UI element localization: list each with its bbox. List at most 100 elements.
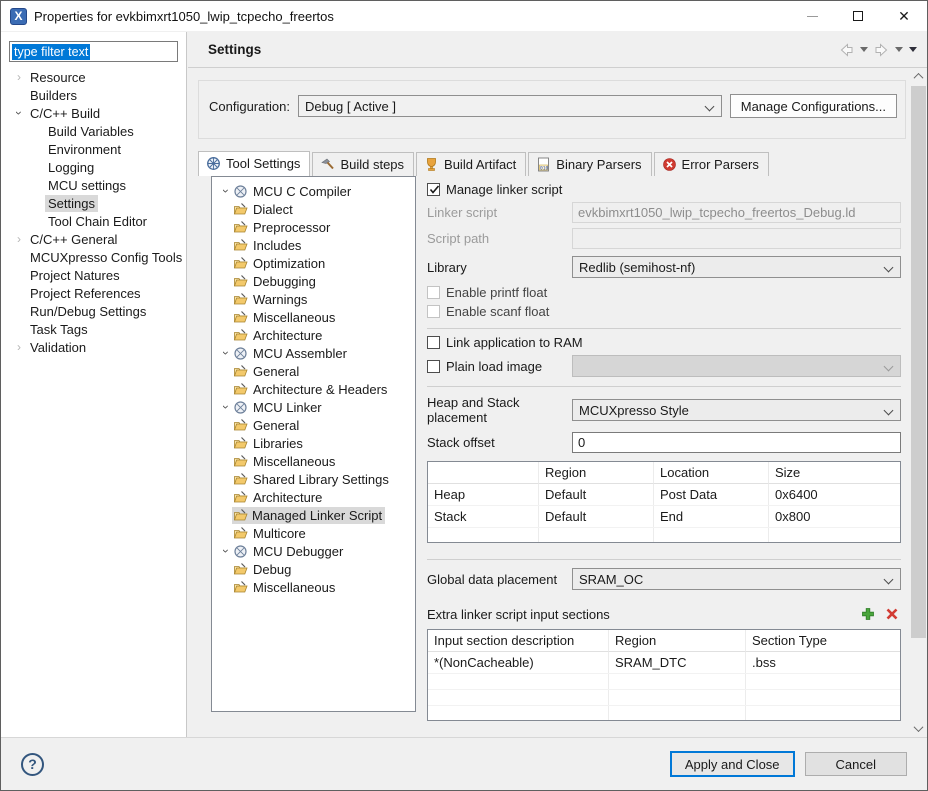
cell[interactable]: *(NonCacheable) xyxy=(428,652,609,673)
tree-item-optimization[interactable]: Optimization xyxy=(212,254,415,272)
cell xyxy=(428,528,539,542)
tree-group-mcu-c-compiler[interactable]: › MCU C Compiler xyxy=(212,182,415,200)
help-button[interactable]: ? xyxy=(21,752,44,776)
tree-item-miscellaneous-linker[interactable]: Miscellaneous xyxy=(212,452,415,470)
close-button[interactable]: ✕ xyxy=(881,1,927,31)
sidebar-item-mcu-settings[interactable]: MCU settings xyxy=(1,176,186,194)
tab-binary-parsers[interactable]: 010 Binary Parsers xyxy=(528,152,652,176)
plain-load-image-checkbox[interactable] xyxy=(427,359,440,373)
apply-and-close-button[interactable]: Apply and Close xyxy=(669,751,795,777)
chevron-down-icon[interactable]: › xyxy=(218,346,233,360)
chevron-down-icon[interactable]: › xyxy=(11,106,27,120)
library-select[interactable]: Redlib (semihost-nf) xyxy=(572,256,901,278)
vertical-scrollbar[interactable] xyxy=(910,68,927,737)
tree-group-mcu-linker[interactable]: › MCU Linker xyxy=(212,398,415,416)
sidebar-item-mcuxpresso-config-tools[interactable]: MCUXpresso Config Tools xyxy=(1,248,186,266)
delete-section-button[interactable] xyxy=(883,605,901,623)
tree-item-label: Miscellaneous xyxy=(253,579,336,595)
tree-item-shared-library-settings[interactable]: Shared Library Settings xyxy=(212,470,415,488)
tree-item-warnings[interactable]: Warnings xyxy=(212,290,415,308)
chevron-down-icon[interactable]: › xyxy=(218,400,233,414)
tree-item-architecture-linker[interactable]: Architecture xyxy=(212,488,415,506)
chevron-down-icon[interactable]: › xyxy=(218,184,233,198)
table-row-heap[interactable]: Heap Default Post Data 0x6400 xyxy=(428,484,900,506)
sidebar-item-settings[interactable]: Settings xyxy=(1,194,186,212)
forward-arrow-icon[interactable] xyxy=(874,42,889,57)
view-menu-icon[interactable] xyxy=(909,47,917,52)
chevron-right-icon[interactable]: › xyxy=(11,232,27,246)
cell[interactable]: Post Data xyxy=(654,484,769,505)
chevron-right-icon[interactable]: › xyxy=(11,70,27,84)
filter-input[interactable]: type filter text xyxy=(9,41,178,62)
global-data-placement-select[interactable]: SRAM_OC xyxy=(572,568,901,590)
sidebar-item-validation[interactable]: › Validation xyxy=(1,338,186,356)
tree-item-label: General xyxy=(253,363,300,379)
sidebar-item-build-variables[interactable]: Build Variables xyxy=(1,122,186,140)
manage-configurations-button[interactable]: Manage Configurations... xyxy=(729,94,897,118)
sidebar-item-run-debug-settings[interactable]: Run/Debug Settings xyxy=(1,302,186,320)
scroll-down-button[interactable] xyxy=(910,720,927,737)
table-row-empty xyxy=(428,528,900,542)
back-arrow-icon[interactable] xyxy=(839,42,854,57)
sidebar-item-task-tags[interactable]: Task Tags xyxy=(1,320,186,338)
cell[interactable]: End xyxy=(654,506,769,527)
chevron-right-icon[interactable]: › xyxy=(11,340,27,354)
cell[interactable]: SRAM_DTC xyxy=(609,652,746,673)
tree-item-miscellaneous-compiler[interactable]: Miscellaneous xyxy=(212,308,415,326)
table-row-stack[interactable]: Stack Default End 0x800 xyxy=(428,506,900,528)
settings-folder-icon xyxy=(233,382,248,394)
back-history-dropdown-icon[interactable] xyxy=(860,47,868,52)
add-section-button[interactable] xyxy=(859,605,877,623)
tab-build-artifact[interactable]: Build Artifact xyxy=(416,152,527,176)
tree-item-managed-linker-script[interactable]: Managed Linker Script xyxy=(212,506,415,524)
heap-stack-placement-select[interactable]: MCUXpresso Style xyxy=(572,399,901,421)
tree-item-architecture-headers[interactable]: Architecture & Headers xyxy=(212,380,415,398)
tab-build-steps[interactable]: Build steps xyxy=(312,152,415,176)
tab-error-parsers[interactable]: Error Parsers xyxy=(653,152,769,176)
stack-offset-input[interactable]: 0 xyxy=(572,432,901,453)
cell[interactable]: .bss xyxy=(746,652,900,673)
cell[interactable]: 0x6400 xyxy=(769,484,900,505)
sidebar-item-environment[interactable]: Environment xyxy=(1,140,186,158)
tab-tool-settings[interactable]: Tool Settings xyxy=(198,151,311,176)
minimize-button[interactable] xyxy=(789,1,835,31)
scroll-up-button[interactable] xyxy=(910,68,927,85)
tree-item-multicore[interactable]: Multicore xyxy=(212,524,415,542)
tree-group-mcu-assembler[interactable]: › MCU Assembler xyxy=(212,344,415,362)
tree-item-debug[interactable]: Debug xyxy=(212,560,415,578)
tree-item-preprocessor[interactable]: Preprocessor xyxy=(212,218,415,236)
cell[interactable]: Default xyxy=(539,506,654,527)
tree-item-label: Multicore xyxy=(253,525,306,541)
tree-item-debugging[interactable]: Debugging xyxy=(212,272,415,290)
sidebar-item-resource[interactable]: › Resource xyxy=(1,68,186,86)
sidebar-item-cpp-general[interactable]: › C/C++ General xyxy=(1,230,186,248)
table-row-noncacheable[interactable]: *(NonCacheable) SRAM_DTC .bss xyxy=(428,652,900,674)
tree-item-general-assembler[interactable]: General xyxy=(212,362,415,380)
settings-folder-icon xyxy=(233,256,248,268)
cancel-button[interactable]: Cancel xyxy=(804,752,907,776)
sidebar-item-tool-chain-editor[interactable]: Tool Chain Editor xyxy=(1,212,186,230)
link-application-to-ram-checkbox[interactable] xyxy=(427,336,440,349)
tree-item-general-linker[interactable]: General xyxy=(212,416,415,434)
cell[interactable]: 0x800 xyxy=(769,506,900,527)
tree-item-dialect[interactable]: Dialect xyxy=(212,200,415,218)
tree-item-includes[interactable]: Includes xyxy=(212,236,415,254)
sidebar-item-builders[interactable]: Builders xyxy=(1,86,186,104)
cell[interactable]: Default xyxy=(539,484,654,505)
manage-linker-script-checkbox[interactable] xyxy=(427,183,440,196)
sidebar-item-project-references[interactable]: Project References xyxy=(1,284,186,302)
sidebar-item-project-natures[interactable]: Project Natures xyxy=(1,266,186,284)
maximize-button[interactable] xyxy=(835,1,881,31)
sidebar-item-cpp-build[interactable]: › C/C++ Build xyxy=(1,104,186,122)
scrollbar-thumb[interactable] xyxy=(911,86,926,638)
tree-item-label: MCU C Compiler xyxy=(253,183,352,199)
chevron-down-icon[interactable]: › xyxy=(218,544,233,558)
tree-item-libraries[interactable]: Libraries xyxy=(212,434,415,452)
tree-item-architecture-compiler[interactable]: Architecture xyxy=(212,326,415,344)
tree-item-label: General xyxy=(253,417,300,433)
sidebar-item-logging[interactable]: Logging xyxy=(1,158,186,176)
forward-history-dropdown-icon[interactable] xyxy=(895,47,903,52)
tree-item-miscellaneous-debugger[interactable]: Miscellaneous xyxy=(212,578,415,596)
tree-group-mcu-debugger[interactable]: › MCU Debugger xyxy=(212,542,415,560)
configuration-select[interactable]: Debug [ Active ] xyxy=(297,95,722,117)
